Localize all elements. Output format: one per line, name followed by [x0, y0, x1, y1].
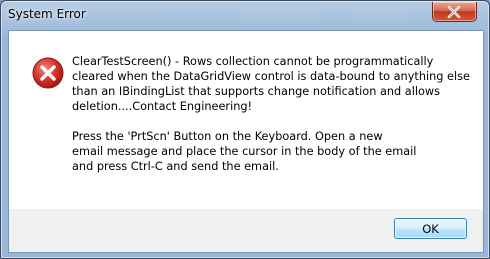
title-bar[interactable]: System Error [1, 1, 489, 31]
close-icon [447, 6, 461, 18]
message-area: ClearTestScreen() - Rows collection cann… [9, 31, 483, 209]
message-line: than an IBindingList that supports chang… [72, 85, 441, 98]
dialog-body: ClearTestScreen() - Rows collection cann… [8, 30, 484, 253]
message-line: deletion....Contact Engineering! [72, 100, 253, 113]
message-line: cleared when the DataGridView control is… [72, 70, 470, 83]
ok-button[interactable]: OK [394, 218, 467, 239]
close-button[interactable] [432, 2, 477, 22]
message-line: email message and place the cursor in th… [72, 145, 417, 158]
message-line: and press Ctrl-C and send the email. [72, 160, 279, 173]
message-line: ClearTestScreen() - Rows collection cann… [72, 55, 434, 68]
error-icon [32, 57, 64, 89]
message-line: Press the 'PrtScn' Button on the Keyboar… [72, 130, 383, 143]
error-message: ClearTestScreen() - Rows collection cann… [72, 54, 474, 174]
system-error-dialog: System Error ClearTestScreen() - Rows co… [0, 0, 490, 259]
window-title: System Error [8, 7, 86, 21]
